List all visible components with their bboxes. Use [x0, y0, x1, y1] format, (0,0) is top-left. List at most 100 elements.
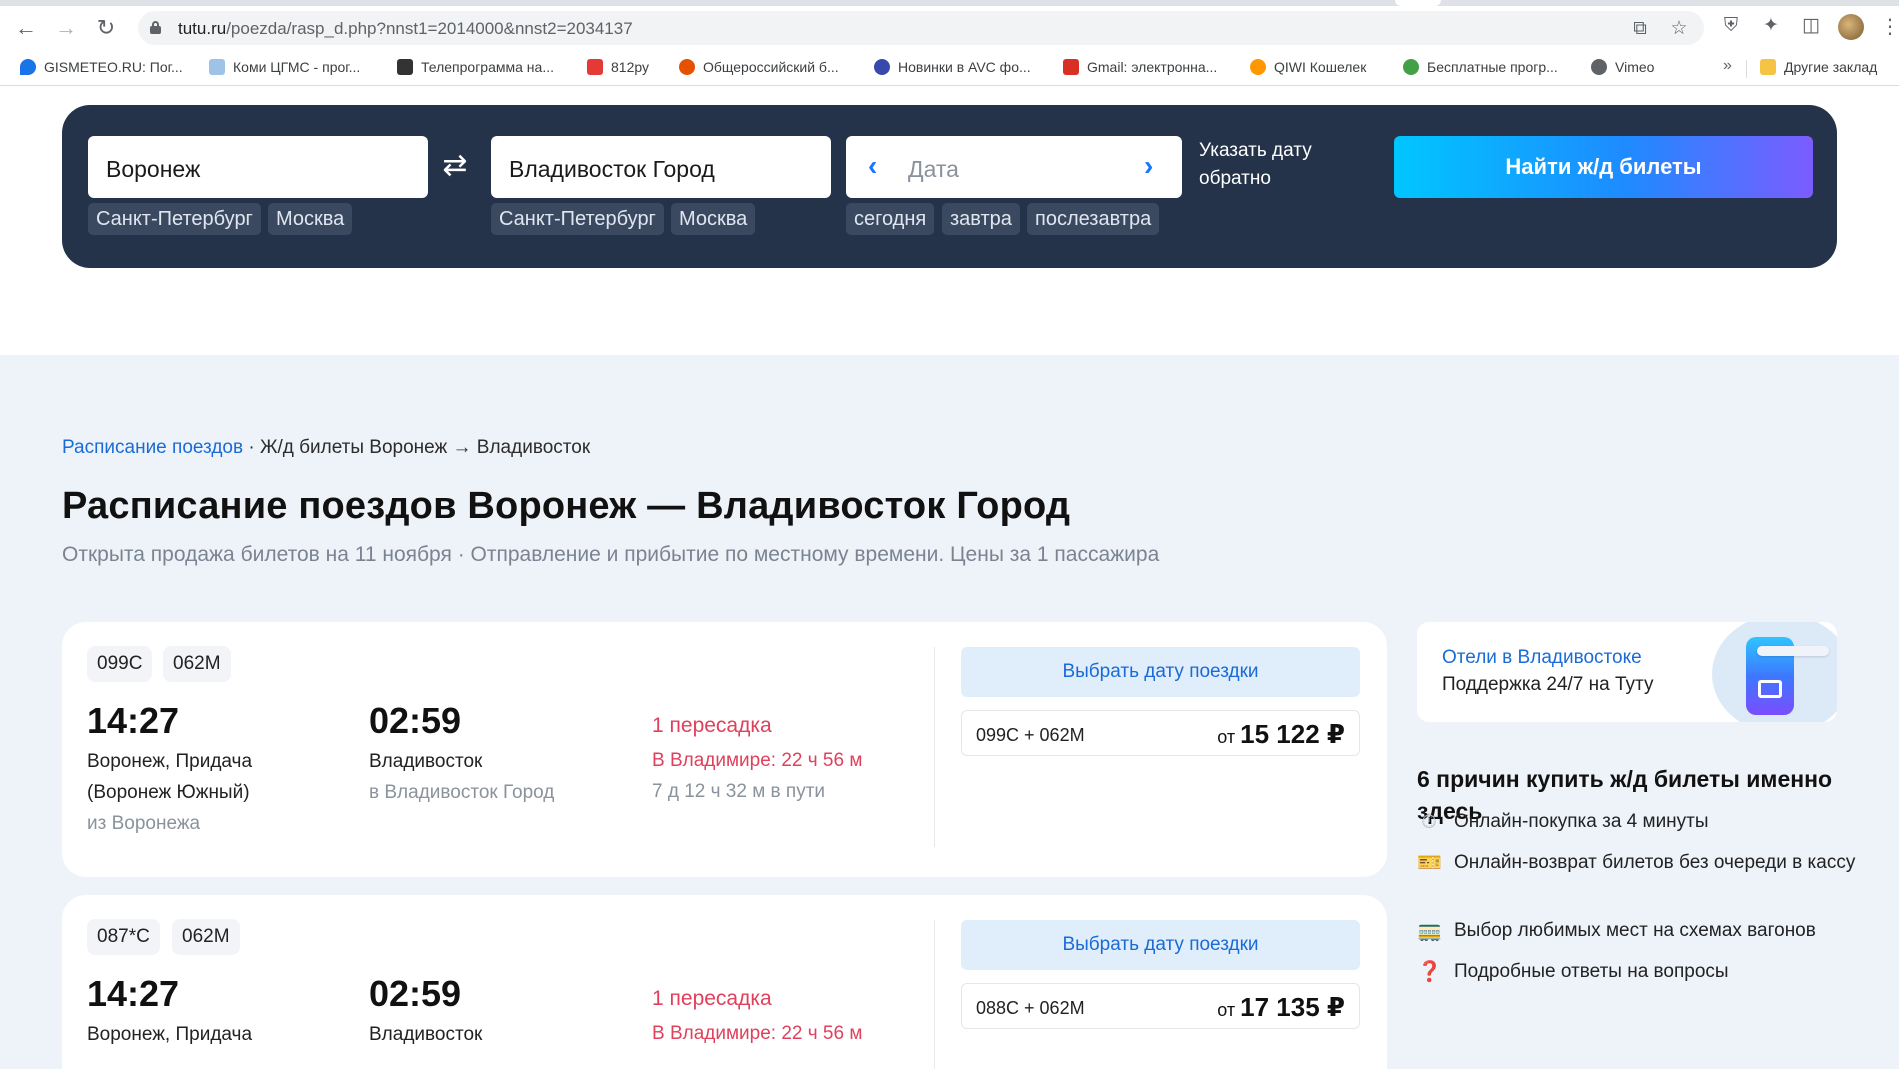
back-icon[interactable]: ←: [12, 14, 40, 42]
menu-dots-icon[interactable]: ⋮: [1880, 14, 1899, 40]
train-number[interactable]: 087*С: [87, 919, 160, 955]
profile-avatar[interactable]: [1838, 14, 1864, 40]
arrive-station: Владивосток: [369, 1024, 483, 1045]
question-icon: ❓: [1417, 961, 1442, 983]
bookmark-item[interactable]: Gmail: электронна...: [1063, 59, 1217, 79]
price-offer[interactable]: 099С + 062М от 15 122 ₽: [961, 710, 1360, 756]
other-bookmarks[interactable]: Другие заклад: [1760, 59, 1877, 79]
bookmark-star-icon[interactable]: ☆: [1667, 17, 1691, 41]
bookmark-item[interactable]: GISMETEO.RU: Пог...: [20, 59, 183, 79]
bookmark-label: Gmail: электронна...: [1087, 59, 1218, 75]
page-title: Расписание поездов Воронеж — Владивосток…: [62, 485, 1071, 527]
train-number[interactable]: 062М: [172, 919, 240, 955]
travel-time: 7 д 12 ч 32 м в пути: [652, 781, 826, 802]
main-content: Расписание поездов · Ж/д билеты Воронеж …: [0, 355, 1899, 1069]
train-number[interactable]: 062М: [163, 646, 231, 682]
card-divider: [934, 647, 935, 847]
bookmark-label: Vimeo: [1615, 59, 1655, 75]
to-chip[interactable]: Санкт-Петербург: [491, 203, 664, 235]
shield-icon[interactable]: ⛨: [1719, 14, 1743, 38]
side-panel-icon[interactable]: ◫: [1799, 14, 1823, 38]
bookmark-item[interactable]: 812ру: [587, 59, 649, 79]
ticket-icon: 🎫: [1417, 852, 1442, 874]
to-value: Владивосток Город: [509, 156, 715, 182]
to-input[interactable]: Владивосток Город: [491, 136, 831, 198]
date-chip-today[interactable]: сегодня: [846, 203, 935, 235]
breadcrumb-separator: ·: [243, 437, 260, 458]
bookmark-label: QIWI Кошелек: [1274, 59, 1367, 75]
url-host: tutu.ru: [178, 19, 227, 38]
card-divider: [934, 920, 935, 1069]
prev-date-icon[interactable]: ‹: [868, 152, 877, 180]
reload-icon[interactable]: ↻: [92, 14, 120, 42]
extensions-icon[interactable]: ✦: [1759, 14, 1783, 38]
arrive-time: 02:59: [369, 973, 462, 1014]
bookmark-item[interactable]: QIWI Кошелек: [1250, 59, 1366, 79]
address-url[interactable]: tutu.ru/poezda/rasp_d.php?nnst1=2014000&…: [178, 19, 633, 39]
globe-icon: [1591, 59, 1607, 75]
qiwi-icon: [1250, 59, 1266, 75]
bookmark-label: Бесплатные прогр...: [1427, 59, 1558, 75]
from-input[interactable]: Воронеж: [88, 136, 428, 198]
hotels-banner-title[interactable]: Отели в Владивостоке: [1442, 647, 1642, 669]
gmail-icon: [1063, 59, 1079, 75]
reason-text: Онлайн-возврат билетов без очереди в кас…: [1454, 852, 1856, 873]
trip-card: 099С 062М 14:27 Воронеж, Придача (Вороне…: [62, 622, 1387, 877]
depart-time: 14:27: [87, 700, 180, 741]
transfer-count: 1 пересадка: [652, 987, 772, 1010]
bookmark-item[interactable]: Vimeo: [1591, 59, 1654, 79]
bookmark-label: Коми ЦГМС - прог...: [233, 59, 361, 75]
from-chip[interactable]: Москва: [268, 203, 353, 235]
price-prefix: от: [1217, 1000, 1236, 1020]
depart-city: из Воронежа: [87, 813, 201, 834]
swap-icon[interactable]: ⇄: [438, 149, 472, 183]
lock-icon: [150, 21, 161, 34]
apps-icon: [1403, 59, 1419, 75]
breadcrumb-current: Ж/д билеты Воронеж → Владивосток: [259, 437, 591, 458]
depart-station-alt: (Воронеж Южный): [87, 782, 250, 803]
to-chip[interactable]: Москва: [671, 203, 756, 235]
clapper-icon: [397, 59, 413, 75]
bookmark-label: Новинки в AVC фо...: [898, 59, 1031, 75]
price-value: 15 122 ₽: [1240, 719, 1345, 749]
search-panel: Воронеж ⇄ Владивосток Город ‹ Дата › Сан…: [62, 105, 1837, 268]
bookmark-item[interactable]: Бесплатные прогр...: [1403, 59, 1558, 79]
price-offer[interactable]: 088С + 062М от 17 135 ₽: [961, 983, 1360, 1029]
bookmark-item[interactable]: Коми ЦГМС - прог...: [209, 59, 360, 79]
train-number[interactable]: 099С: [87, 646, 153, 682]
address-bar[interactable]: tutu.ru/poezda/rasp_d.php?nnst1=2014000&…: [138, 11, 1704, 45]
url-path: /poezda/rasp_d.php?nnst1=2014000&nnst2=2…: [226, 19, 633, 38]
share-icon[interactable]: ⧉: [1628, 17, 1652, 41]
arrive-station: Владивосток: [369, 751, 483, 772]
next-date-icon[interactable]: ›: [1144, 152, 1153, 180]
arrive-city: в Владивосток Город: [369, 782, 555, 803]
from-chip[interactable]: Санкт-Петербург: [88, 203, 261, 235]
bookmark-item[interactable]: Новинки в AVC фо...: [874, 59, 1031, 79]
reason-text: Подробные ответы на вопросы: [1454, 961, 1729, 982]
bookmark-label: 812ру: [611, 59, 649, 75]
choose-date-button[interactable]: Выбрать дату поездки: [961, 647, 1360, 697]
bookmark-item[interactable]: Телепрограмма на...: [397, 59, 554, 79]
star-burst-icon: [679, 59, 695, 75]
clock-icon: ⏱: [1421, 811, 1437, 833]
forward-icon[interactable]: →: [52, 14, 80, 42]
offer-price: от 17 135 ₽: [1217, 992, 1345, 1023]
date-input[interactable]: ‹ Дата ›: [846, 136, 1182, 198]
breadcrumb: Расписание поездов · Ж/д билеты Воронеж …: [62, 437, 590, 459]
find-tickets-button[interactable]: Найти ж/д билеты: [1394, 136, 1813, 198]
price-prefix: от: [1217, 727, 1236, 747]
arrive-time: 02:59: [369, 700, 462, 741]
map-icon: [209, 59, 225, 75]
bookmarks-overflow-icon[interactable]: »: [1723, 57, 1732, 75]
breadcrumb-link[interactable]: Расписание поездов: [62, 437, 243, 458]
bookmark-item[interactable]: Общероссийский б...: [679, 59, 839, 79]
hotels-banner[interactable]: Отели в Владивостоке Поддержка 24/7 на Т…: [1417, 622, 1837, 722]
bookmarks-bar: GISMETEO.RU: Пог... Коми ЦГМС - прог... …: [0, 50, 1899, 86]
date-chip-day-after[interactable]: послезавтра: [1027, 203, 1160, 235]
reason-item: ⏱ Онлайн-покупка за 4 минуты: [1417, 806, 1857, 838]
choose-date-button[interactable]: Выбрать дату поездки: [961, 920, 1360, 970]
return-date-link[interactable]: Указать дату обратно: [1199, 137, 1349, 193]
reason-item: ❓ Подробные ответы на вопросы: [1417, 956, 1857, 988]
date-chip-tomorrow[interactable]: завтра: [942, 203, 1020, 235]
reason-item: 🎫 Онлайн-возврат билетов без очереди в ка…: [1417, 847, 1857, 879]
